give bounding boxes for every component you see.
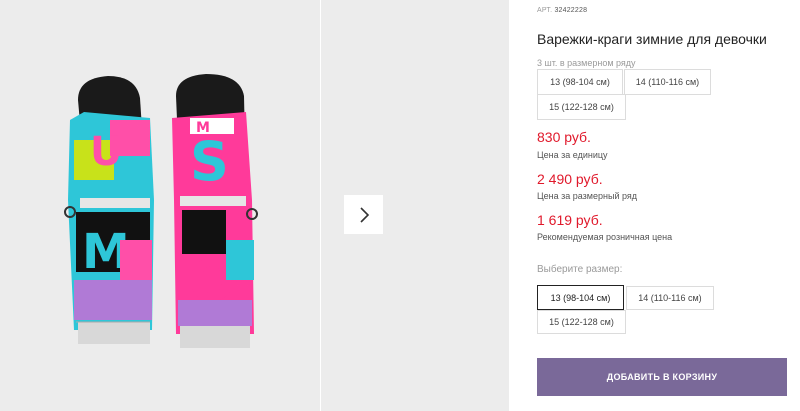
price-row-note: Цена за размерный ряд xyxy=(537,191,638,201)
price-retail: 1 619 руб. xyxy=(537,212,603,228)
size-option-13[interactable]: 13 (98-104 см) xyxy=(537,285,624,310)
size-row-chip-14[interactable]: 14 (110-116 см) xyxy=(624,69,711,95)
price-row: 2 490 руб. xyxy=(537,171,603,187)
size-option-15[interactable]: 15 (122-128 см) xyxy=(537,310,626,334)
gallery-next-button[interactable] xyxy=(344,195,383,234)
price-unit: 830 руб. xyxy=(537,129,591,145)
product-gallery: U M M S O xyxy=(0,0,509,411)
sku-label: АРТ. xyxy=(537,7,553,14)
size-select-label: Выберите размер: xyxy=(537,264,623,275)
add-to-cart-button[interactable]: ДОБАВИТЬ В КОРЗИНУ xyxy=(537,358,787,396)
size-row-chip-13[interactable]: 13 (98-104 см) xyxy=(537,69,623,95)
svg-text:S: S xyxy=(190,130,229,193)
size-row-chip-15[interactable]: 15 (122-128 см) xyxy=(537,94,626,120)
size-row-label: 3 шт. в размерном ряду xyxy=(537,58,636,68)
mittens-image: U M M S O xyxy=(0,0,320,411)
svg-text:U: U xyxy=(90,129,122,175)
price-retail-note: Рекомендуемая розничная цена xyxy=(537,232,673,242)
chevron-right-icon xyxy=(359,206,369,223)
product-photo[interactable]: U M M S O xyxy=(0,0,320,411)
sku: АРТ. 32422228 xyxy=(537,7,587,14)
price-unit-note: Цена за единицу xyxy=(537,150,608,160)
size-option-14[interactable]: 14 (110-116 см) xyxy=(626,286,714,310)
sku-value: 32422228 xyxy=(554,7,588,14)
product-title: Варежки-краги зимние для девочки xyxy=(537,31,767,47)
